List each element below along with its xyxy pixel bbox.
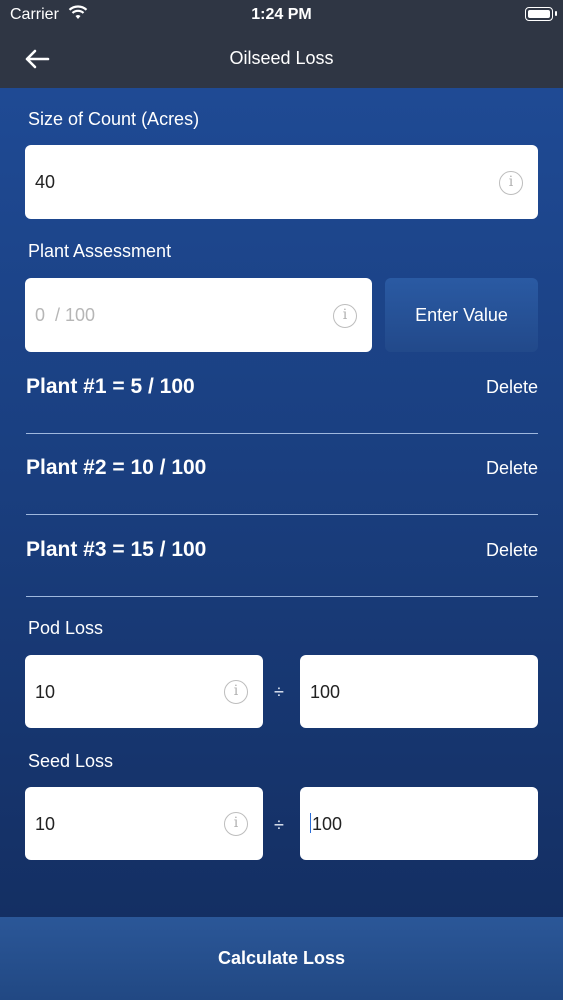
plant-row: Plant #3 = 15 / 100 Delete (26, 515, 538, 597)
size-of-count-label: Size of Count (Acres) (28, 109, 200, 129)
plant-row: Plant #2 = 10 / 100 Delete (26, 433, 538, 515)
seed-loss-denominator-value: 100 (312, 814, 343, 834)
size-of-count-input[interactable]: 40 i (25, 145, 538, 219)
text-cursor (310, 813, 311, 833)
battery-icon (525, 7, 557, 21)
navigation-bar: Oilseed Loss (0, 30, 563, 88)
delete-plant-button[interactable]: Delete (486, 377, 538, 398)
delete-plant-button[interactable]: Delete (486, 540, 538, 561)
calculate-loss-button[interactable]: Calculate Loss (0, 917, 563, 1000)
status-bar: Carrier 1:24 PM (0, 0, 563, 30)
info-icon[interactable]: i (224, 812, 248, 836)
pod-loss-denominator-input[interactable]: 100 (300, 655, 538, 728)
size-of-count-value: 40 (35, 172, 56, 192)
delete-plant-button[interactable]: Delete (486, 458, 538, 479)
seed-loss-denominator-field: 100 (310, 787, 342, 861)
info-icon[interactable]: i (224, 680, 248, 704)
seed-loss-numerator-input[interactable]: 10 i (25, 787, 263, 860)
plant-entry-text: Plant #3 = 15 / 100 (26, 538, 207, 561)
plant-entry-text: Plant #1 = 5 / 100 (26, 375, 195, 398)
seed-loss-numerator-value: 10 (35, 814, 56, 834)
enter-value-button[interactable]: Enter Value (385, 278, 538, 352)
pod-loss-denominator-value: 100 (310, 682, 341, 702)
plant-assessment-input[interactable]: 0 / 100 i (25, 278, 372, 352)
info-icon[interactable]: i (333, 304, 357, 328)
pod-loss-numerator-value: 10 (35, 682, 56, 702)
plant-assessment-label: Plant Assessment (28, 241, 172, 261)
status-time: 1:24 PM (251, 6, 312, 23)
divide-symbol: ÷ (274, 682, 284, 702)
seed-loss-label: Seed Loss (28, 751, 114, 771)
info-icon[interactable]: i (499, 171, 523, 195)
seed-loss-denominator-input[interactable]: 100 (300, 787, 538, 860)
plant-row: Plant #1 = 5 / 100 Delete (26, 352, 538, 434)
plant-entry-text: Plant #2 = 10 / 100 (26, 456, 207, 479)
divide-symbol: ÷ (274, 815, 284, 835)
plant-assessment-placeholder: 0 / 100 (35, 305, 96, 325)
pod-loss-numerator-input[interactable]: 10 i (25, 655, 263, 728)
page-title: Oilseed Loss (229, 48, 334, 68)
pod-loss-label: Pod Loss (28, 618, 104, 638)
